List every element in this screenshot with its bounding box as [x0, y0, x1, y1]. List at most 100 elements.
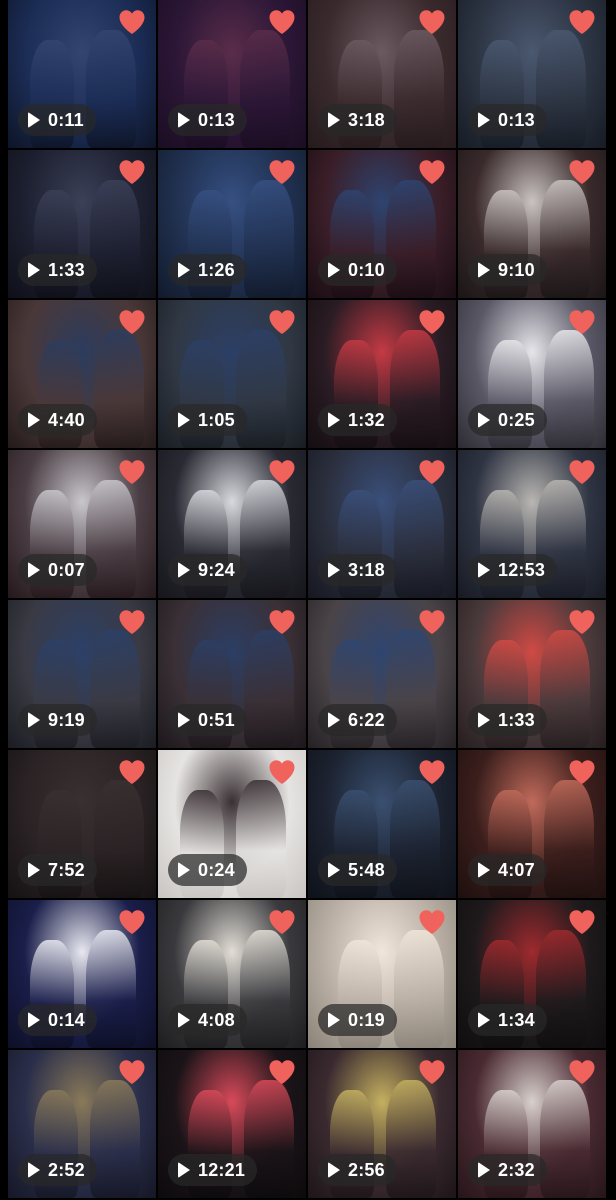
video-thumbnail[interactable]: 2:56: [308, 1050, 456, 1198]
video-thumbnail[interactable]: 7:52: [8, 750, 156, 898]
heart-icon[interactable]: [118, 459, 146, 485]
heart-icon[interactable]: [268, 309, 296, 335]
duration-badge: 0:10: [318, 254, 397, 286]
video-thumbnail[interactable]: 0:51: [158, 600, 306, 748]
video-thumbnail[interactable]: 6:22: [308, 600, 456, 748]
heart-icon[interactable]: [118, 1059, 146, 1085]
duration-label: 0:07: [48, 559, 85, 580]
video-thumbnail[interactable]: 2:52: [8, 1050, 156, 1198]
video-thumbnail[interactable]: 0:11: [8, 0, 156, 148]
heart-icon[interactable]: [118, 759, 146, 785]
heart-icon[interactable]: [418, 759, 446, 785]
video-thumbnail[interactable]: 0:07: [8, 450, 156, 598]
thumbnail-figure: [394, 930, 444, 1048]
heart-icon[interactable]: [268, 9, 296, 35]
heart-icon[interactable]: [568, 909, 596, 935]
video-thumbnail[interactable]: 1:26: [158, 150, 306, 298]
heart-icon[interactable]: [568, 759, 596, 785]
heart-icon[interactable]: [418, 1059, 446, 1085]
video-thumbnail[interactable]: 4:40: [8, 300, 156, 448]
play-icon: [178, 412, 190, 428]
heart-icon[interactable]: [568, 609, 596, 635]
duration-label: 9:19: [48, 709, 85, 730]
duration-badge: 9:24: [168, 554, 247, 586]
heart-icon[interactable]: [268, 759, 296, 785]
duration-label: 7:52: [48, 859, 85, 880]
duration-badge: 1:34: [468, 1004, 547, 1036]
play-icon: [478, 262, 490, 278]
heart-icon[interactable]: [118, 9, 146, 35]
video-thumbnail[interactable]: 12:21: [158, 1050, 306, 1198]
video-thumbnail[interactable]: 0:13: [158, 0, 306, 148]
duration-badge: 1:32: [318, 404, 397, 436]
video-thumbnail[interactable]: 1:32: [308, 300, 456, 448]
video-thumbnail[interactable]: 1:33: [8, 150, 156, 298]
duration-label: 4:08: [198, 1009, 235, 1030]
video-thumbnail[interactable]: 3:18: [308, 0, 456, 148]
play-icon: [328, 712, 340, 728]
duration-badge: 12:21: [168, 1154, 258, 1186]
duration-label: 9:24: [198, 559, 235, 580]
heart-icon[interactable]: [418, 9, 446, 35]
video-thumbnail[interactable]: 0:24: [158, 750, 306, 898]
play-icon: [178, 862, 190, 878]
thumbnail-figure: [240, 480, 290, 598]
heart-icon[interactable]: [268, 609, 296, 635]
play-icon: [328, 112, 340, 128]
heart-icon[interactable]: [268, 159, 296, 185]
play-icon: [328, 262, 340, 278]
heart-icon[interactable]: [568, 459, 596, 485]
video-thumbnail[interactable]: 0:14: [8, 900, 156, 1048]
thumbnail-figure: [240, 30, 290, 148]
video-thumbnail[interactable]: 0:19: [308, 900, 456, 1048]
heart-icon[interactable]: [118, 309, 146, 335]
video-thumbnail[interactable]: 1:34: [458, 900, 606, 1048]
video-thumbnail[interactable]: 1:33: [458, 600, 606, 748]
heart-icon[interactable]: [418, 909, 446, 935]
video-thumbnail[interactable]: 5:48: [308, 750, 456, 898]
heart-icon[interactable]: [568, 9, 596, 35]
heart-icon[interactable]: [118, 609, 146, 635]
duration-badge: 0:13: [468, 104, 547, 136]
thumbnail-figure: [90, 1080, 140, 1198]
duration-label: 2:52: [48, 1159, 85, 1180]
video-thumbnail[interactable]: 4:08: [158, 900, 306, 1048]
heart-icon[interactable]: [418, 159, 446, 185]
heart-icon[interactable]: [268, 459, 296, 485]
video-thumbnail[interactable]: 0:13: [458, 0, 606, 148]
video-thumbnail[interactable]: 0:10: [308, 150, 456, 298]
heart-icon[interactable]: [118, 909, 146, 935]
duration-badge: 4:08: [168, 1004, 247, 1036]
heart-icon[interactable]: [268, 909, 296, 935]
duration-label: 2:32: [498, 1159, 535, 1180]
duration-badge: 9:10: [468, 254, 547, 286]
play-icon: [28, 412, 40, 428]
duration-badge: 9:19: [18, 704, 97, 736]
video-thumbnail[interactable]: 9:10: [458, 150, 606, 298]
thumbnail-figure: [540, 630, 590, 748]
duration-label: 1:32: [348, 409, 385, 430]
duration-label: 1:05: [198, 409, 235, 430]
heart-icon[interactable]: [418, 459, 446, 485]
video-thumbnail[interactable]: 2:32: [458, 1050, 606, 1198]
heart-icon[interactable]: [268, 1059, 296, 1085]
play-icon: [478, 112, 490, 128]
duration-badge: 2:32: [468, 1154, 547, 1186]
video-thumbnail[interactable]: 0:25: [458, 300, 606, 448]
heart-icon[interactable]: [118, 159, 146, 185]
duration-badge: 0:07: [18, 554, 97, 586]
video-thumbnail[interactable]: 1:05: [158, 300, 306, 448]
video-thumbnail[interactable]: 3:18: [308, 450, 456, 598]
video-thumbnail[interactable]: 9:24: [158, 450, 306, 598]
video-thumbnail[interactable]: 9:19: [8, 600, 156, 748]
heart-icon[interactable]: [418, 609, 446, 635]
heart-icon[interactable]: [418, 309, 446, 335]
duration-label: 0:13: [198, 109, 235, 130]
video-thumbnail[interactable]: 4:07: [458, 750, 606, 898]
video-thumbnail[interactable]: 12:53: [458, 450, 606, 598]
heart-icon[interactable]: [568, 309, 596, 335]
heart-icon[interactable]: [568, 1059, 596, 1085]
heart-icon[interactable]: [568, 159, 596, 185]
play-icon: [28, 712, 40, 728]
thumbnail-figure: [86, 480, 136, 598]
